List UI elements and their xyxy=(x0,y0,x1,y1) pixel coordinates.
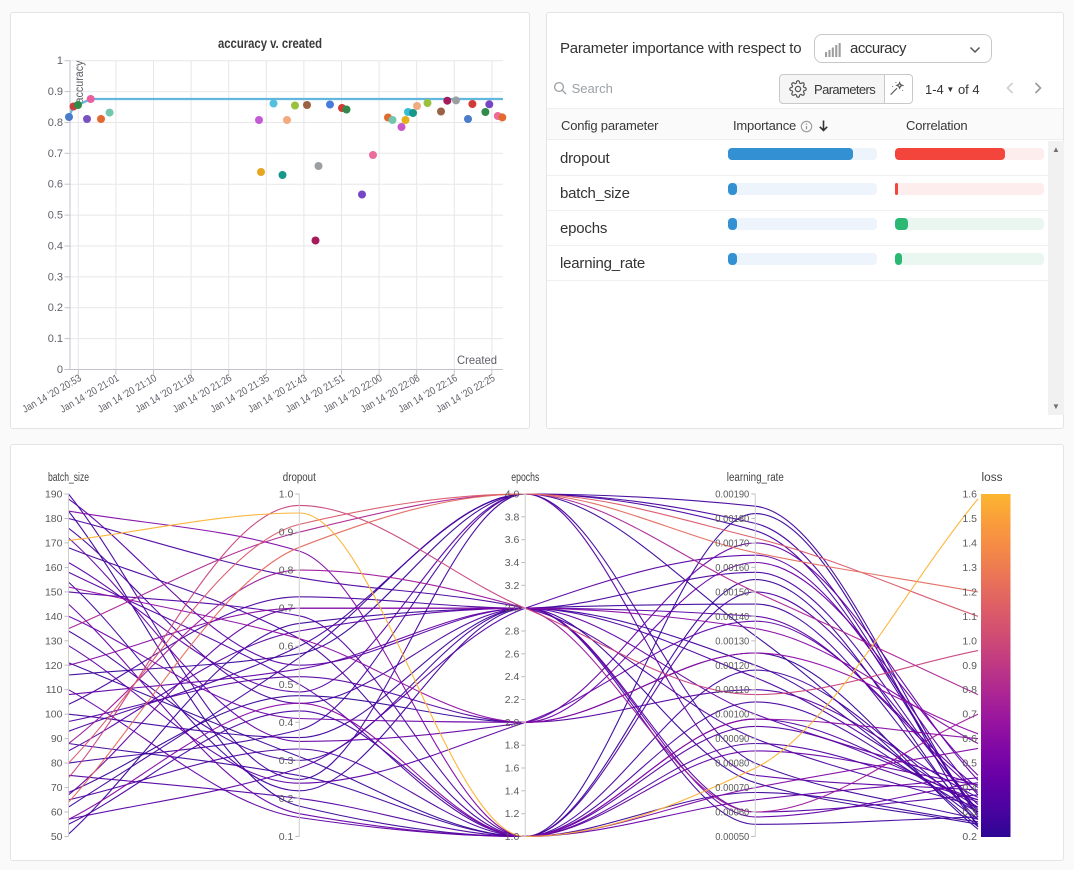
svg-text:0.00150: 0.00150 xyxy=(715,586,749,598)
svg-text:0.3: 0.3 xyxy=(279,755,294,767)
svg-text:1.6: 1.6 xyxy=(505,763,520,775)
svg-text:0.5: 0.5 xyxy=(48,210,63,222)
svg-text:50: 50 xyxy=(51,831,63,843)
svg-text:1.4: 1.4 xyxy=(962,537,977,549)
svg-text:1: 1 xyxy=(57,55,63,67)
svg-text:0.00050: 0.00050 xyxy=(715,831,749,843)
svg-text:0.00100: 0.00100 xyxy=(715,709,749,721)
svg-text:batch_size: batch_size xyxy=(48,472,89,484)
svg-text:0.00140: 0.00140 xyxy=(715,611,749,623)
svg-text:0: 0 xyxy=(57,364,63,376)
svg-text:accuracy v. created: accuracy v. created xyxy=(218,35,322,51)
svg-text:0.2: 0.2 xyxy=(962,831,977,843)
svg-text:0.8: 0.8 xyxy=(962,684,977,696)
svg-text:0.5: 0.5 xyxy=(962,758,977,770)
svg-text:3.8: 3.8 xyxy=(505,511,520,523)
svg-text:0.00130: 0.00130 xyxy=(715,635,749,647)
svg-text:100: 100 xyxy=(45,709,63,721)
svg-text:1.4: 1.4 xyxy=(505,785,520,797)
svg-text:0.2: 0.2 xyxy=(48,302,63,314)
svg-text:140: 140 xyxy=(45,611,63,623)
svg-text:2.6: 2.6 xyxy=(505,648,520,660)
svg-text:4.0: 4.0 xyxy=(505,489,520,501)
svg-text:130: 130 xyxy=(45,635,63,647)
svg-text:3.4: 3.4 xyxy=(505,557,520,569)
svg-text:0.7: 0.7 xyxy=(279,603,294,615)
svg-text:0.5: 0.5 xyxy=(279,679,294,691)
svg-text:learning_rate: learning_rate xyxy=(727,472,784,484)
svg-text:160: 160 xyxy=(45,562,63,574)
svg-text:2.4: 2.4 xyxy=(505,671,520,683)
svg-text:2.0: 2.0 xyxy=(505,717,520,729)
svg-text:1.0: 1.0 xyxy=(962,635,977,647)
svg-text:0.00190: 0.00190 xyxy=(715,489,749,501)
svg-text:90: 90 xyxy=(51,733,63,745)
svg-text:0.9: 0.9 xyxy=(279,527,294,539)
svg-text:2.8: 2.8 xyxy=(505,626,520,638)
svg-text:0.7: 0.7 xyxy=(48,148,63,160)
svg-text:80: 80 xyxy=(51,758,63,770)
svg-text:1.6: 1.6 xyxy=(962,489,977,501)
svg-text:0.6: 0.6 xyxy=(48,179,63,191)
svg-text:0.4: 0.4 xyxy=(279,717,294,729)
svg-text:0.00170: 0.00170 xyxy=(715,537,749,549)
svg-text:150: 150 xyxy=(45,586,63,598)
svg-text:70: 70 xyxy=(51,782,63,794)
svg-text:3.6: 3.6 xyxy=(505,534,520,546)
svg-text:120: 120 xyxy=(45,660,63,672)
svg-text:1.1: 1.1 xyxy=(962,611,977,623)
svg-text:1.8: 1.8 xyxy=(505,740,520,752)
svg-text:1.5: 1.5 xyxy=(962,513,977,525)
svg-text:1.2: 1.2 xyxy=(505,808,520,820)
svg-text:0.6: 0.6 xyxy=(279,641,294,653)
svg-text:0.1: 0.1 xyxy=(48,333,63,345)
svg-text:2.2: 2.2 xyxy=(505,694,520,706)
svg-text:0.6: 0.6 xyxy=(962,733,977,745)
svg-text:0.4: 0.4 xyxy=(962,782,977,794)
svg-text:dropout: dropout xyxy=(283,472,317,484)
svg-text:0.00180: 0.00180 xyxy=(715,513,749,525)
svg-text:0.7: 0.7 xyxy=(962,709,977,721)
svg-text:0.9: 0.9 xyxy=(962,660,977,672)
svg-text:0.3: 0.3 xyxy=(48,271,63,283)
svg-text:0.8: 0.8 xyxy=(48,117,63,129)
svg-text:0.3: 0.3 xyxy=(962,807,977,819)
svg-text:0.00080: 0.00080 xyxy=(715,758,749,770)
svg-text:epochs: epochs xyxy=(511,472,539,484)
svg-text:0.2: 0.2 xyxy=(279,793,294,805)
svg-text:0.1: 0.1 xyxy=(279,831,294,843)
svg-text:60: 60 xyxy=(51,807,63,819)
svg-text:1.3: 1.3 xyxy=(962,562,977,574)
svg-text:0.00160: 0.00160 xyxy=(715,562,749,574)
svg-text:Created: Created xyxy=(457,353,497,367)
svg-text:0.00090: 0.00090 xyxy=(715,733,749,745)
svg-text:190: 190 xyxy=(45,489,63,501)
svg-text:0.4: 0.4 xyxy=(48,241,63,253)
svg-text:3.2: 3.2 xyxy=(505,580,520,592)
svg-text:0.00070: 0.00070 xyxy=(715,782,749,794)
svg-text:1.2: 1.2 xyxy=(962,586,977,598)
svg-text:accuracy: accuracy xyxy=(74,60,86,103)
svg-text:1.0: 1.0 xyxy=(505,831,520,843)
svg-text:0.9: 0.9 xyxy=(48,86,63,98)
svg-text:0.8: 0.8 xyxy=(279,565,294,577)
svg-text:170: 170 xyxy=(45,537,63,549)
svg-text:0.00110: 0.00110 xyxy=(715,684,749,696)
svg-text:0.00120: 0.00120 xyxy=(715,660,749,672)
svg-text:0.00060: 0.00060 xyxy=(715,807,749,819)
svg-text:loss: loss xyxy=(982,472,1003,484)
svg-text:110: 110 xyxy=(46,684,63,696)
svg-text:3.0: 3.0 xyxy=(505,603,520,615)
svg-text:1.0: 1.0 xyxy=(279,489,294,501)
svg-text:180: 180 xyxy=(45,513,63,525)
